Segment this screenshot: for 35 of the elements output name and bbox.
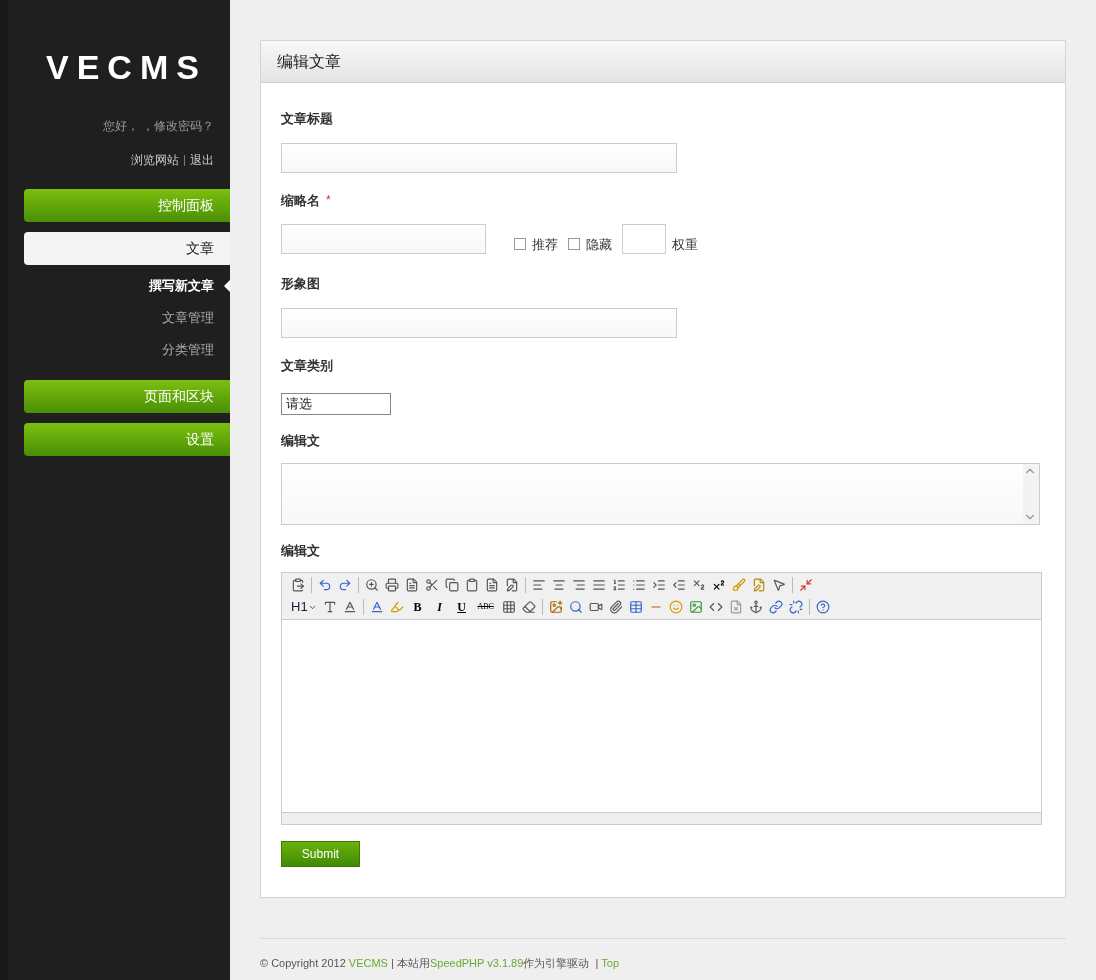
italic-button[interactable]: I xyxy=(428,598,451,616)
checkbox[interactable] xyxy=(568,238,580,251)
strikethrough-button[interactable]: ABC xyxy=(472,601,499,613)
logo[interactable]: VECMS xyxy=(46,42,230,93)
nav-item[interactable]: 文章 xyxy=(24,232,230,265)
checkbox[interactable] xyxy=(514,238,526,251)
pointer-icon xyxy=(224,280,230,292)
nav-subitem[interactable]: 撰写新文章 xyxy=(24,270,230,302)
field-label: 编辑文 xyxy=(281,432,321,450)
nav-subitem[interactable]: 分类管理 xyxy=(24,334,230,366)
summary-field[interactable] xyxy=(281,462,1040,525)
nav-subitem[interactable]: 文章管理 xyxy=(24,302,230,334)
field-label: 编辑文 xyxy=(281,541,321,560)
checkbox-label: 隐藏 xyxy=(586,235,612,254)
footer-text: © Copyright 2012 VECMS | 本站用SpeedPHP v3.1.89作为引擎驱动 | Top xyxy=(260,956,621,971)
field-label: 形象图 xyxy=(281,275,321,293)
panel-title: 编辑文章 xyxy=(277,51,341,72)
field-label: 缩略名 xyxy=(281,191,320,210)
field-label: 文章类别 xyxy=(281,356,334,375)
site-link[interactable]: 浏览网站 xyxy=(131,151,179,169)
field-label: 文章标题 xyxy=(281,110,334,128)
greeting-text: 您好， ，修改密码？ xyxy=(102,118,214,135)
underline-button[interactable]: U xyxy=(450,598,473,616)
image-field[interactable] xyxy=(281,307,677,338)
logout-link[interactable]: 退出 xyxy=(190,151,214,169)
weight-label: 权重 xyxy=(672,235,698,254)
weight-field[interactable] xyxy=(622,224,666,254)
heading-button[interactable]: H1 xyxy=(288,597,320,617)
slug-field[interactable] xyxy=(281,224,486,254)
title-field[interactable] xyxy=(281,142,677,173)
bold-button[interactable]: B xyxy=(406,598,429,616)
scrollbar[interactable] xyxy=(1023,463,1039,524)
checkbox-label: 推荐 xyxy=(532,235,558,254)
required-mark: * xyxy=(326,192,331,210)
category-select[interactable]: 请选 xyxy=(281,393,391,415)
